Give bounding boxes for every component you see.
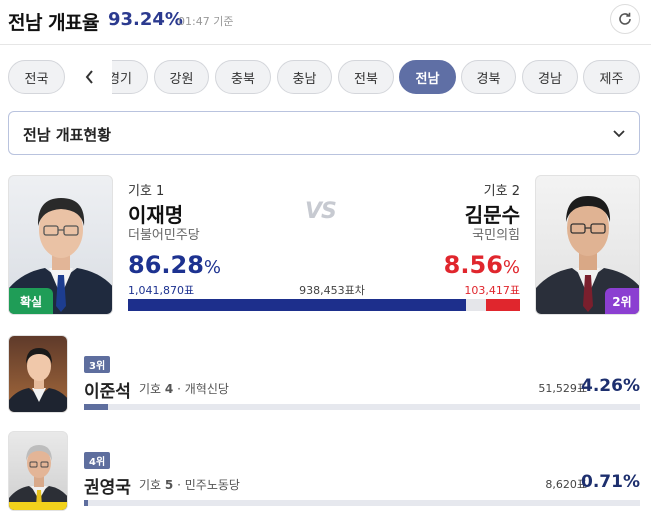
tab-chungbuk[interactable]: 충북 [215, 60, 271, 94]
tab-jeonnam[interactable]: 전남 [399, 60, 456, 94]
header: 전남 개표율 93.24% 01:47 기준 [0, 0, 651, 42]
vote-share-bar [128, 299, 520, 311]
candidate-2-percent: 8.56% [444, 251, 520, 279]
candidate-4-percent: 0.71% [581, 472, 640, 492]
candidate-3-bar-fill [84, 404, 108, 410]
page-title: 전남 개표율 [8, 12, 100, 34]
status-badge-confirmed: 확실 [9, 288, 53, 314]
candidate-4-party: · 민주노동당 [177, 478, 240, 492]
candidate-3-portrait [9, 348, 67, 412]
candidate-3-photo [8, 335, 68, 413]
rank-badge-3: 3위 [84, 356, 111, 373]
candidate-3-meta: 기호 4 · 개혁신당 [139, 380, 229, 397]
candidate-4-number-label: 기호 [139, 478, 162, 492]
party-color-strip [9, 502, 67, 510]
candidate-4-number: 5 [164, 478, 174, 492]
scroll-left-button[interactable] [68, 58, 112, 96]
candidate-3-bar [84, 404, 640, 410]
candidate-2-percent-value: 8.56 [443, 251, 503, 279]
candidate-4-meta: 기호 5 · 민주노동당 [139, 476, 240, 493]
candidate-4-portrait [9, 445, 67, 510]
vote-share-bar-candidate-1 [128, 299, 467, 311]
candidate-3-percent: 4.26% [581, 376, 640, 396]
candidate-1-photo: 확실 [8, 175, 113, 315]
refresh-button[interactable] [610, 4, 640, 34]
candidate-3-number-label: 기호 [139, 382, 162, 396]
candidate-3-party: · 개혁신당 [177, 382, 229, 396]
candidate-4-bar-fill [84, 500, 88, 506]
tab-chungnam[interactable]: 충남 [277, 60, 332, 94]
rank-badge-4: 4위 [84, 452, 111, 469]
update-time: 01:47 기준 [178, 15, 234, 28]
candidate-1-party: 더불어민주당 [128, 228, 200, 243]
tab-gangwon[interactable]: 강원 [154, 60, 209, 94]
tab-jeonguk[interactable]: 전국 [8, 60, 65, 94]
rank-badge: 2위 [605, 288, 639, 314]
candidate-1-percent-unit: % [203, 257, 222, 278]
tab-jeju[interactable]: 제주 [583, 60, 640, 94]
candidate-2-votes: 103,417표 [464, 284, 520, 297]
tab-gyeongbuk[interactable]: 경북 [461, 60, 516, 94]
candidate-3-name: 이준석 [84, 382, 131, 402]
candidate-2-party: 국민의힘 [472, 228, 520, 243]
candidate-3-number: 4 [164, 382, 174, 396]
candidate-3-votes: 51,529표 [538, 382, 587, 395]
candidate-1-number: 기호 1 [128, 184, 165, 199]
candidate-1-percent-value: 86.28 [128, 251, 204, 279]
candidate-1-percent: 86.28% [128, 251, 221, 279]
tab-jeonbuk[interactable]: 전북 [338, 60, 394, 94]
candidate-1-votes: 1,041,870표 [128, 284, 195, 297]
chevron-down-icon [613, 130, 625, 138]
candidate-4-photo [8, 431, 68, 511]
vote-share-bar-candidate-2 [486, 299, 520, 311]
candidate-2-percent-unit: % [502, 257, 520, 278]
candidate-2-number: 기호 2 [483, 184, 520, 199]
refresh-icon [619, 12, 631, 25]
candidate-4-bar [84, 500, 640, 506]
vote-difference: 938,453표차 [299, 284, 365, 297]
region-select-value: 전남 개표현황 [23, 126, 112, 144]
tab-gyeongnam[interactable]: 경남 [522, 60, 578, 94]
candidate-4-name: 권영국 [84, 478, 131, 498]
vs-label: VS [305, 199, 337, 224]
region-select[interactable]: 전남 개표현황 [8, 111, 640, 155]
chevron-left-icon [85, 70, 93, 84]
header-divider [0, 44, 651, 45]
candidate-2-photo: 2위 [535, 175, 640, 315]
counting-rate: 93.24% [108, 9, 183, 30]
